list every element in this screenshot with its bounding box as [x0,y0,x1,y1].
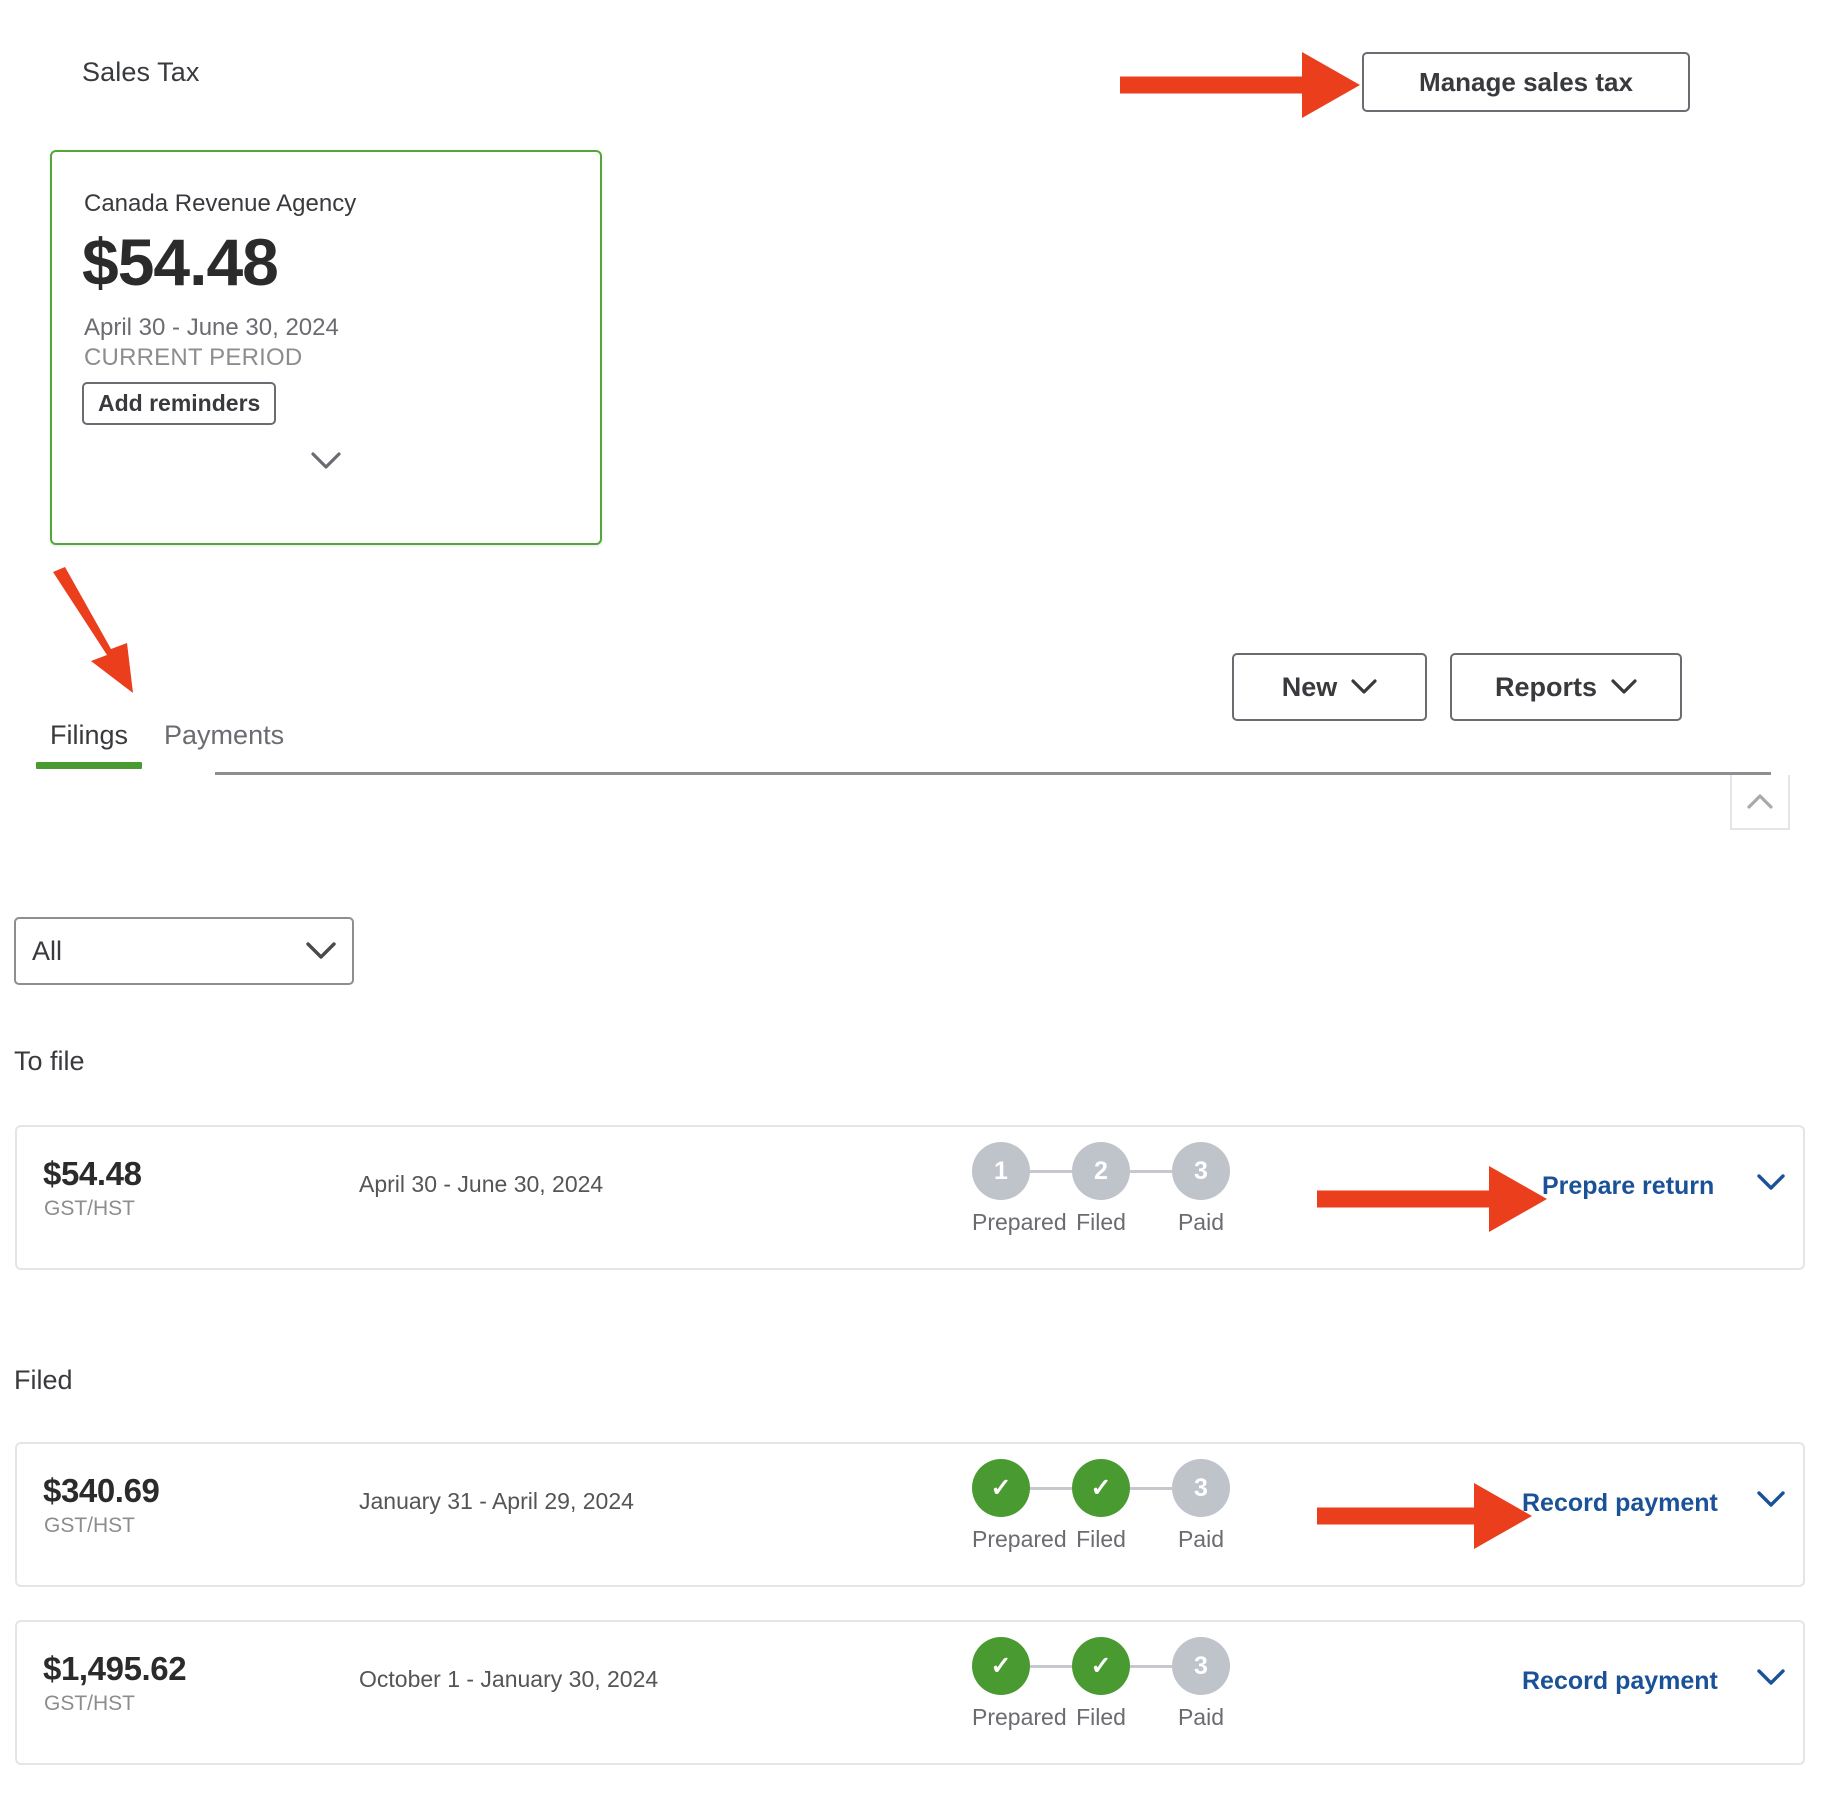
step-marker: ✓ [1072,1637,1130,1695]
step-marker: 3 [1172,1142,1230,1200]
step-filed: 2 Filed [1072,1142,1130,1236]
record-payment-link[interactable]: Record payment [1522,1489,1718,1518]
step-marker: 1 [972,1142,1030,1200]
row-period: January 31 - April 29, 2024 [359,1488,634,1514]
step-marker: 3 [1172,1459,1230,1517]
row-tax-type: GST/HST [44,1692,136,1715]
row-tax-type: GST/HST [44,1514,136,1537]
tax-amount-due: $54.48 [82,225,279,299]
reports-dropdown-button[interactable]: Reports [1450,653,1682,721]
filter-select[interactable]: All [14,917,354,985]
row-progress-stepper: ✓ Prepared ✓ Filed 3 Paid [972,1459,1272,1569]
tab-filings-label: Filings [50,720,129,750]
table-row[interactable]: $1,495.62 GST/HST October 1 - January 30… [15,1620,1805,1765]
row-amount: $1,495.62 [43,1650,187,1687]
chevron-down-icon[interactable] [1757,1669,1785,1686]
step-paid: 3 Paid [1172,1459,1230,1553]
step-marker: 2 [1072,1142,1130,1200]
filter-select-value: All [32,935,63,966]
tab-filings[interactable]: Filings [35,720,143,769]
row-tax-type: GST/HST [44,1197,136,1220]
tax-period-status: CURRENT PERIOD [84,344,303,371]
step-label: Prepared [972,1704,1067,1730]
step-label: Prepared [972,1526,1067,1552]
record-payment-link[interactable]: Record payment [1522,1667,1718,1696]
tab-underline-rule [215,772,1771,775]
step-prepared: ✓ Prepared [972,1459,1067,1553]
tax-agency-name: Canada Revenue Agency [84,190,357,217]
step-filed: ✓ Filed [1072,1459,1130,1553]
step-paid: 3 Paid [1172,1637,1230,1731]
step-marker: ✓ [1072,1459,1130,1517]
row-period: April 30 - June 30, 2024 [359,1171,604,1197]
step-label: Prepared [972,1209,1067,1235]
tab-payments[interactable]: Payments [164,720,284,769]
tab-payments-label: Payments [164,720,285,750]
chevron-down-icon[interactable] [1757,1491,1785,1508]
step-marker: 3 [1172,1637,1230,1695]
step-label: Filed [1076,1704,1126,1730]
step-prepared: ✓ Prepared [972,1637,1067,1731]
chevron-down-icon [1611,679,1637,695]
row-period: October 1 - January 30, 2024 [359,1666,659,1692]
row-amount: $54.48 [43,1155,142,1192]
page-title: Sales Tax [82,57,200,87]
step-label: Filed [1076,1209,1126,1235]
table-row[interactable]: $54.48 GST/HST April 30 - June 30, 2024 … [15,1125,1805,1270]
chevron-down-icon [1351,679,1377,695]
table-row[interactable]: $340.69 GST/HST January 31 - April 29, 2… [15,1442,1805,1587]
step-marker: ✓ [972,1459,1030,1517]
section-title-filed: Filed [14,1365,73,1395]
step-prepared: 1 Prepared [972,1142,1067,1236]
collapse-panel-button[interactable] [1730,775,1790,830]
new-dropdown-button[interactable]: New [1232,653,1427,721]
section-title-to-file: To file [14,1046,85,1076]
step-paid: 3 Paid [1172,1142,1230,1236]
row-progress-stepper: 1 Prepared 2 Filed 3 Paid [972,1142,1272,1252]
filings-payments-tabs: Filings Payments [35,720,284,769]
chevron-down-icon [306,942,336,960]
step-label: Paid [1177,1704,1225,1730]
tax-period-range: April 30 - June 30, 2024 [84,314,339,341]
add-reminders-button[interactable]: Add reminders [82,382,277,425]
reports-button-label: Reports [1494,671,1597,702]
step-label: Filed [1076,1526,1126,1552]
step-filed: ✓ Filed [1072,1637,1130,1731]
sales-tax-page: Sales Tax Manage sales tax Canada Revenu… [0,0,1822,1812]
prepare-return-link[interactable]: Prepare return [1542,1172,1714,1201]
chevron-down-icon[interactable] [303,444,349,478]
chevron-down-icon[interactable] [1757,1174,1785,1191]
step-marker: ✓ [972,1637,1030,1695]
step-label: Paid [1177,1209,1225,1235]
current-period-tax-card[interactable]: Canada Revenue Agency $54.48 April 30 - … [50,150,602,545]
step-label: Paid [1177,1526,1225,1552]
manage-sales-tax-button[interactable]: Manage sales tax [1362,52,1690,112]
row-progress-stepper: ✓ Prepared ✓ Filed 3 Paid [972,1637,1272,1747]
new-button-label: New [1281,671,1338,702]
annotation-arrow-filings-tab [45,565,175,700]
row-amount: $340.69 [43,1472,160,1509]
